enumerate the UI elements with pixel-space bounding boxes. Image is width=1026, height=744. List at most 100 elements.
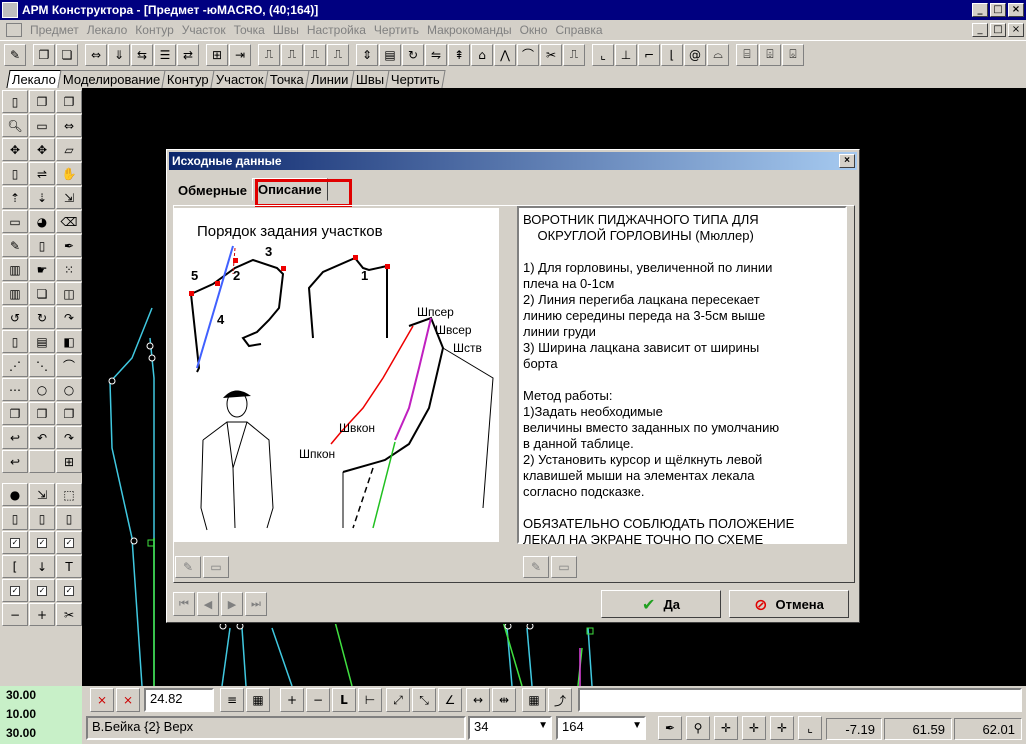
expand-icon[interactable]: ⇲ [56, 186, 82, 209]
nav-last-button[interactable]: ⏭ [245, 592, 267, 616]
shape-icon[interactable]: ⌐ [638, 43, 660, 66]
grade-b-icon[interactable]: ⌹ [759, 43, 781, 66]
measure-icon[interactable]: ⊢ [358, 688, 382, 712]
down-icon[interactable]: ⇓ [108, 43, 130, 66]
curve-icon[interactable]: ⌒ [56, 354, 82, 377]
cross-b-icon[interactable]: ⨯ [116, 688, 140, 712]
menu-item-okno[interactable]: Окно [516, 23, 552, 37]
length-icon[interactable]: L [332, 688, 356, 712]
rotate-left-icon[interactable]: ↺ [2, 306, 28, 329]
menu-item-lekalo[interactable]: Лекало [83, 23, 132, 37]
table-icon[interactable]: ▦ [246, 688, 270, 712]
microscope-icon[interactable]: ⚲ [686, 716, 710, 740]
menu-item-nastroika[interactable]: Настройка [303, 23, 370, 37]
menu-item-shvy[interactable]: Швы [269, 23, 303, 37]
scissors-icon[interactable]: ✂ [56, 603, 82, 626]
page-a-icon[interactable]: ▯ [2, 507, 28, 530]
tool-bracket-icon[interactable]: [ [2, 555, 28, 578]
axes-gray-icon[interactable]: ✛ [742, 716, 766, 740]
page-b-icon[interactable]: ▯ [29, 507, 55, 530]
mirror-icon[interactable]: ⇋ [425, 43, 447, 66]
tab-chertit[interactable]: Чертить [385, 70, 446, 88]
menu-item-predmet[interactable]: Предмет [26, 23, 83, 37]
menu-item-uchastok[interactable]: Участок [178, 23, 230, 37]
edit-image-button[interactable]: ✎ [175, 556, 201, 578]
insert-icon[interactable]: ⊞ [206, 43, 228, 66]
move-icon[interactable]: ⇥ [229, 43, 251, 66]
dialog-close-button[interactable]: × [839, 154, 855, 168]
dots-icon[interactable]: ⁙ [56, 258, 82, 281]
stack-gray-icon[interactable]: ❐ [29, 402, 55, 425]
tool-arrow-icon[interactable]: ↓ [29, 555, 55, 578]
menu-item-spravka[interactable]: Справка [551, 23, 606, 37]
rotate-right-icon[interactable]: ↻ [29, 306, 55, 329]
curve-tool-icon[interactable]: ⤴ [548, 688, 572, 712]
cube-icon[interactable]: ◫ [56, 282, 82, 305]
fit-icon[interactable]: ▭ [29, 114, 55, 137]
edit-text-button[interactable]: ✎ [523, 556, 549, 578]
grade-a-icon[interactable]: ⌸ [736, 43, 758, 66]
doc-maximize-button[interactable]: □ [990, 23, 1006, 37]
move-all-icon[interactable]: ✥ [2, 138, 28, 161]
circle-icon[interactable]: ○ [29, 378, 55, 401]
angle-icon[interactable]: ∠ [438, 688, 462, 712]
tab-obmernye[interactable]: Обмерные [173, 180, 252, 201]
rect-arrow-icon[interactable]: ▭ [2, 210, 28, 233]
corner-icon[interactable]: ⌞ [798, 716, 822, 740]
paste-icon[interactable]: ❏ [56, 43, 78, 66]
pencil-icon[interactable]: ✎ [2, 234, 28, 257]
pen-icon[interactable]: ✒ [56, 234, 82, 257]
checkbox-b[interactable]: ✓ [29, 531, 55, 554]
open-image-button[interactable]: ▭ [203, 556, 229, 578]
tall-rect-icon[interactable]: ▯ [2, 162, 28, 185]
pattern-c-icon[interactable]: ⎍ [304, 43, 326, 66]
list-icon[interactable]: ☰ [154, 43, 176, 66]
circle-gray-icon[interactable]: ○ [56, 378, 82, 401]
raise-icon[interactable]: ⇡ [2, 186, 28, 209]
boot-icon[interactable]: ⌞ [592, 43, 614, 66]
calculator-icon[interactable]: ▦ [522, 688, 546, 712]
minimize-button[interactable]: _ [972, 3, 988, 17]
hand-icon[interactable]: ✋ [56, 162, 82, 185]
copy-icon[interactable]: ❐ [33, 43, 55, 66]
paint-icon[interactable]: ◕ [29, 210, 55, 233]
transfer-icon[interactable]: ⇌ [29, 162, 55, 185]
pen-tool-icon[interactable]: ✒ [658, 716, 682, 740]
flip-vertical-icon[interactable]: ⇕ [356, 43, 378, 66]
axes-icon[interactable]: ✛ [714, 716, 738, 740]
eraser-icon[interactable]: ⌫ [56, 210, 82, 233]
tool-t-icon[interactable]: T [56, 555, 82, 578]
select-icon[interactable]: ⇲ [29, 483, 55, 506]
tab-tochka[interactable]: Точка [264, 70, 310, 88]
cancel-button[interactable]: ⊘ Отмена [729, 590, 849, 618]
book-icon[interactable]: ▥ [2, 258, 28, 281]
checkbox-d[interactable]: ✓ [2, 579, 28, 602]
pattern-e-icon[interactable]: ⎍ [563, 43, 585, 66]
doc-minimize-button[interactable]: _ [972, 23, 988, 37]
minus-icon[interactable]: − [306, 688, 330, 712]
doc-close-button[interactable]: × [1008, 23, 1024, 37]
dot-icon[interactable]: ● [2, 483, 28, 506]
diag-a-icon[interactable]: ⤢ [386, 688, 410, 712]
menu-item-chertit[interactable]: Чертить [370, 23, 423, 37]
height-combo[interactable]: 164 ▼ [556, 716, 646, 740]
lower-icon[interactable]: ⇣ [29, 186, 55, 209]
move-point-icon[interactable]: ✥ [29, 138, 55, 161]
rectangle-tool-icon[interactable]: ▯ [2, 90, 28, 113]
dart-icon[interactable]: ⋀ [494, 43, 516, 66]
tab-linii[interactable]: Линии [305, 70, 355, 88]
diag-b-icon[interactable]: ⤡ [412, 688, 436, 712]
copy-check-icon[interactable]: ❐ [56, 90, 82, 113]
checkbox-c[interactable]: ✓ [56, 531, 82, 554]
select-rect-icon[interactable]: ⬚ [56, 483, 82, 506]
ruler-icon[interactable]: ⊥ [615, 43, 637, 66]
page-icon[interactable]: ▤ [379, 43, 401, 66]
open-text-button[interactable]: ▭ [551, 556, 577, 578]
value-field[interactable]: 24.82 [144, 688, 214, 712]
frame-icon[interactable]: ▱ [56, 138, 82, 161]
page-c-icon[interactable]: ▯ [56, 507, 82, 530]
fold-icon[interactable]: ⌒ [517, 43, 539, 66]
rotate-page-icon[interactable]: ↻ [402, 43, 424, 66]
blank-tool[interactable] [29, 450, 55, 473]
nav-prev-button[interactable]: ◀ [197, 592, 219, 616]
